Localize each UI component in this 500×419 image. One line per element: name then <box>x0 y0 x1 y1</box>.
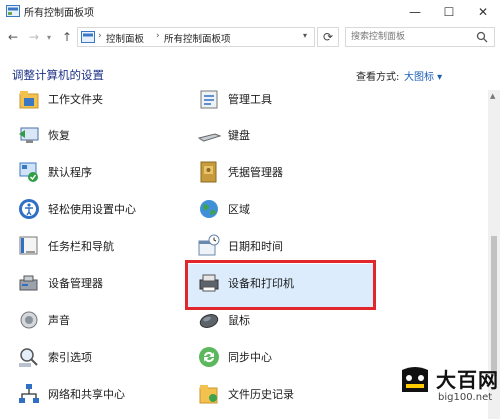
watermark-logo <box>402 367 428 392</box>
recovery-icon <box>19 127 39 143</box>
minimize-button[interactable]: — <box>398 0 432 24</box>
item-work-folders[interactable]: 工作文件夹 <box>16 90 176 112</box>
up-arrow-icon[interactable]: ↑ <box>59 28 75 46</box>
page-title: 调整计算机的设置 <box>12 68 104 82</box>
ease-of-access-icon <box>19 199 39 219</box>
navigation-bar: ← → ▾ ↑ › 控制面板 › 所有控制面板项 ▾ ⟳ <box>0 24 500 50</box>
scrollbar-thumb[interactable] <box>491 236 497 376</box>
device-manager-icon <box>19 275 38 291</box>
view-by-label: 查看方式: <box>356 72 400 83</box>
item-file-history[interactable]: 文件历史记录 <box>196 381 356 407</box>
scroll-up-icon[interactable]: ▲ <box>490 92 495 100</box>
view-by-dropdown[interactable]: 大图标 ▾ <box>404 68 442 83</box>
item-sync-center[interactable]: 同步中心 <box>196 344 356 370</box>
item-mouse[interactable]: 鼠标 <box>196 307 356 333</box>
item-region[interactable]: 区域 <box>196 196 356 222</box>
maximize-button[interactable]: ☐ <box>432 0 466 24</box>
item-indexing-options[interactable]: 索引选项 <box>16 344 176 370</box>
breadcrumb-control-panel[interactable]: 控制面板 <box>106 31 144 45</box>
globe-icon <box>200 200 218 218</box>
control-panel-icon <box>81 31 95 43</box>
item-date-time[interactable]: 日期和时间 <box>196 233 356 259</box>
item-device-manager[interactable]: 设备管理器 <box>16 270 176 296</box>
breadcrumb-all-items[interactable]: 所有控制面板项 <box>164 31 231 45</box>
administrative-tools-icon <box>200 90 218 109</box>
control-panel-icon <box>6 5 20 17</box>
watermark-brand: 大百网 <box>436 368 499 392</box>
recent-locations-chevron-icon[interactable]: ▾ <box>44 28 54 46</box>
title-bar: 所有控制面板项 — ☐ ✕ <box>0 0 500 24</box>
back-arrow-icon[interactable]: ← <box>5 28 21 46</box>
annotation-highlight-box <box>185 260 376 310</box>
indexing-icon <box>19 348 38 367</box>
item-sound[interactable]: 声音 <box>16 307 176 333</box>
speaker-icon <box>20 311 38 329</box>
mouse-icon <box>199 314 219 328</box>
credential-manager-icon <box>200 161 217 183</box>
address-bar[interactable]: › 控制面板 › 所有控制面板项 ▾ <box>77 27 315 47</box>
search-input[interactable] <box>346 28 466 46</box>
search-box[interactable] <box>345 27 495 47</box>
item-recovery[interactable]: 恢复 <box>16 122 176 148</box>
item-keyboard[interactable]: 键盘 <box>196 122 356 148</box>
refresh-button[interactable]: ⟳ <box>317 27 339 47</box>
item-taskbar-navigation[interactable]: 任务栏和导航 <box>16 233 176 259</box>
address-dropdown-icon[interactable]: ▾ <box>303 31 307 40</box>
window-title: 所有控制面板项 <box>24 8 94 19</box>
file-history-icon <box>199 385 218 404</box>
calendar-clock-icon <box>198 234 220 256</box>
keyboard-icon <box>197 133 222 142</box>
forward-arrow-icon[interactable]: → <box>26 28 42 46</box>
item-credential-manager[interactable]: 凭据管理器 <box>196 159 356 185</box>
taskbar-icon <box>19 236 38 255</box>
breadcrumb-separator-icon: › <box>156 31 160 41</box>
default-programs-icon <box>19 162 38 182</box>
item-network-sharing[interactable]: 网络和共享中心 <box>16 381 176 407</box>
work-folders-icon <box>19 91 39 109</box>
breadcrumb-separator-icon: › <box>98 31 102 41</box>
item-ease-of-access[interactable]: 轻松使用设置中心 <box>16 196 176 222</box>
close-button[interactable]: ✕ <box>466 0 500 24</box>
item-administrative-tools[interactable]: 管理工具 <box>196 90 356 112</box>
search-icon <box>476 31 488 43</box>
watermark-url: big100.net <box>438 392 493 403</box>
sync-icon <box>199 347 219 367</box>
network-icon <box>19 384 39 403</box>
item-default-programs[interactable]: 默认程序 <box>16 159 176 185</box>
